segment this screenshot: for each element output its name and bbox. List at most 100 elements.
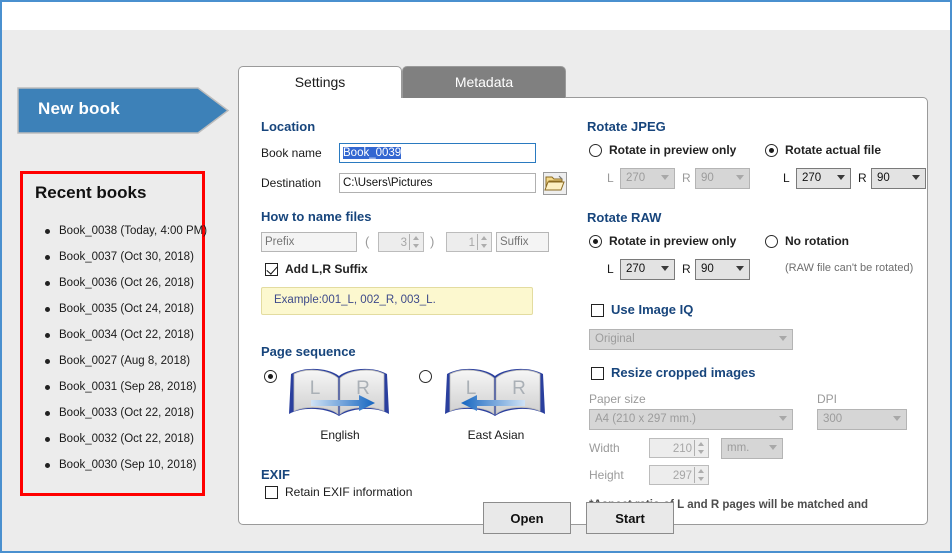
add-lr-suffix-label: Add L,R Suffix (285, 262, 368, 276)
use-image-iq-checkbox[interactable] (591, 304, 604, 317)
start-decrement[interactable] (478, 242, 491, 250)
new-book-banner[interactable]: New book (16, 84, 230, 137)
recent-book-item[interactable]: Book_0033 (Oct 22, 2018) (23, 400, 202, 426)
recent-book-label: Book_0038 (Today, 4:00 PM) (59, 225, 208, 237)
rotate-raw-right-label: R (682, 262, 691, 276)
recent-books-list: Book_0038 (Today, 4:00 PM) Book_0037 (Oct… (23, 218, 207, 478)
recent-book-item[interactable]: Book_0034 (Oct 22, 2018) (23, 322, 202, 348)
tab-settings[interactable]: Settings (238, 66, 402, 98)
digits-stepper-buttons[interactable] (409, 234, 422, 250)
bullet-icon (45, 333, 50, 338)
recent-book-label: Book_0033 (Oct 22, 2018) (59, 407, 194, 419)
rotate-jpeg-preview-only-label: Rotate in preview only (609, 143, 737, 157)
width-decrement[interactable] (695, 448, 708, 456)
rotate-raw-radio-no-rotation[interactable] (765, 235, 778, 248)
prefix-input[interactable] (261, 232, 357, 252)
rotate-jpeg-section-title: Rotate JPEG (587, 119, 666, 134)
recent-book-item[interactable]: Book_0036 (Oct 26, 2018) (23, 270, 202, 296)
suffix-input[interactable] (496, 232, 549, 252)
recent-book-item[interactable]: Book_0031 (Sep 28, 2018) (23, 374, 202, 400)
digits-value: 3 (400, 237, 407, 249)
page-sequence-radio-east-asian[interactable] (419, 370, 432, 383)
open-button[interactable]: Open (483, 502, 571, 534)
rotate-jpeg-radio-actual-file[interactable] (765, 144, 778, 157)
naming-example-text: Example:001_L, 002_R, 003_L. (274, 294, 436, 306)
unit-select[interactable]: mm. (721, 438, 783, 459)
start-button[interactable]: Start (586, 502, 674, 534)
dpi-select[interactable]: 300 (817, 409, 907, 430)
height-increment[interactable] (695, 467, 708, 475)
page-sequence-option-east-asian[interactable]: L R East Asian (441, 362, 551, 448)
rotate-jpeg-actual-left-select[interactable]: 270 (796, 168, 851, 189)
chevron-down-icon (779, 416, 787, 421)
image-iq-preset-select[interactable]: Original (589, 329, 793, 350)
recent-book-item[interactable]: Book_0027 (Aug 8, 2018) (23, 348, 202, 374)
rotate-jpeg-actual-left-label: L (783, 171, 790, 185)
height-stepper-buttons[interactable] (694, 467, 707, 483)
book-icon-english: L R (289, 368, 389, 416)
recent-book-item[interactable]: Book_0037 (Oct 30, 2018) (23, 244, 202, 270)
rotate-jpeg-radio-preview-only[interactable] (589, 144, 602, 157)
open-folder-glyph (544, 175, 565, 191)
resize-cropped-images-label: Resize cropped images (611, 365, 756, 380)
rotate-raw-no-rotation-label: No rotation (785, 234, 849, 248)
page-sequence-option-english[interactable]: L R English (285, 362, 395, 448)
destination-input[interactable] (339, 173, 536, 193)
page-sequence-caption-english: English (320, 428, 360, 442)
rotate-jpeg-preview-left-select[interactable]: 270 (620, 168, 675, 189)
rotate-jpeg-actual-right-select[interactable]: 90 (871, 168, 926, 189)
height-stepper[interactable]: 297 (649, 465, 709, 485)
width-label: Width (589, 441, 620, 455)
new-book-label: New book (38, 99, 120, 118)
bullet-icon (45, 255, 50, 260)
digits-decrement[interactable] (410, 242, 423, 250)
digits-stepper[interactable]: 3 (378, 232, 424, 252)
workspace: New book Recent books Book_0038 (Today, … (2, 30, 950, 551)
application-window: New book Recent books Book_0038 (Today, … (0, 0, 952, 553)
rotate-raw-note: (RAW file can't be rotated) (785, 262, 914, 274)
chevron-down-icon (769, 445, 777, 450)
rotate-raw-section-title: Rotate RAW (587, 210, 662, 225)
add-lr-suffix-checkbox[interactable] (265, 263, 278, 276)
resize-cropped-images-checkbox[interactable] (591, 367, 604, 380)
retain-exif-checkbox[interactable] (265, 486, 278, 499)
svg-text:L: L (310, 378, 321, 399)
start-increment[interactable] (478, 234, 491, 242)
naming-section-title: How to name files (261, 209, 372, 224)
book-icon-east-asian: L R (445, 368, 545, 416)
recent-book-label: Book_0036 (Oct 26, 2018) (59, 277, 194, 289)
title-bar (2, 2, 950, 30)
tab-metadata[interactable]: Metadata (402, 66, 566, 98)
recent-book-item[interactable]: Book_0038 (Today, 4:00 PM) (23, 218, 207, 244)
recent-book-item[interactable]: Book_0030 (Sep 10, 2018) (23, 452, 202, 478)
digits-increment[interactable] (410, 234, 423, 242)
start-number-stepper[interactable]: 1 (446, 232, 492, 252)
rotate-jpeg-actual-right-label: R (858, 171, 867, 185)
recent-book-label: Book_0027 (Aug 8, 2018) (59, 355, 191, 367)
rotate-raw-right-select[interactable]: 90 (695, 259, 750, 280)
open-paren: ( (365, 234, 370, 249)
start-number-value: 1 (468, 237, 475, 249)
rotate-jpeg-actual-left-value: 270 (802, 172, 822, 184)
width-stepper[interactable]: 210 (649, 438, 709, 458)
book-name-input[interactable] (339, 143, 536, 163)
bullet-icon (45, 307, 50, 312)
rotate-raw-radio-preview-only[interactable] (589, 235, 602, 248)
page-sequence-radio-english[interactable] (264, 370, 277, 383)
recent-book-item[interactable]: Book_0035 (Oct 24, 2018) (23, 296, 202, 322)
rotate-raw-left-select[interactable]: 270 (620, 259, 675, 280)
open-folder-icon[interactable] (543, 172, 567, 195)
rotate-jpeg-preview-right-select[interactable]: 90 (695, 168, 750, 189)
height-value: 297 (672, 470, 692, 482)
rotate-jpeg-actual-file-label: Rotate actual file (785, 143, 882, 157)
recent-book-item[interactable]: Book_0032 (Oct 22, 2018) (23, 426, 202, 452)
chevron-down-icon (893, 416, 901, 421)
tab-bar: Settings Metadata (238, 66, 928, 98)
height-decrement[interactable] (695, 475, 708, 483)
width-increment[interactable] (695, 440, 708, 448)
chevron-down-icon (779, 336, 787, 341)
paper-size-select[interactable]: A4 (210 x 297 mm.) (589, 409, 793, 430)
width-stepper-buttons[interactable] (694, 440, 707, 456)
start-stepper-buttons[interactable] (477, 234, 490, 250)
chevron-down-icon (912, 175, 920, 180)
